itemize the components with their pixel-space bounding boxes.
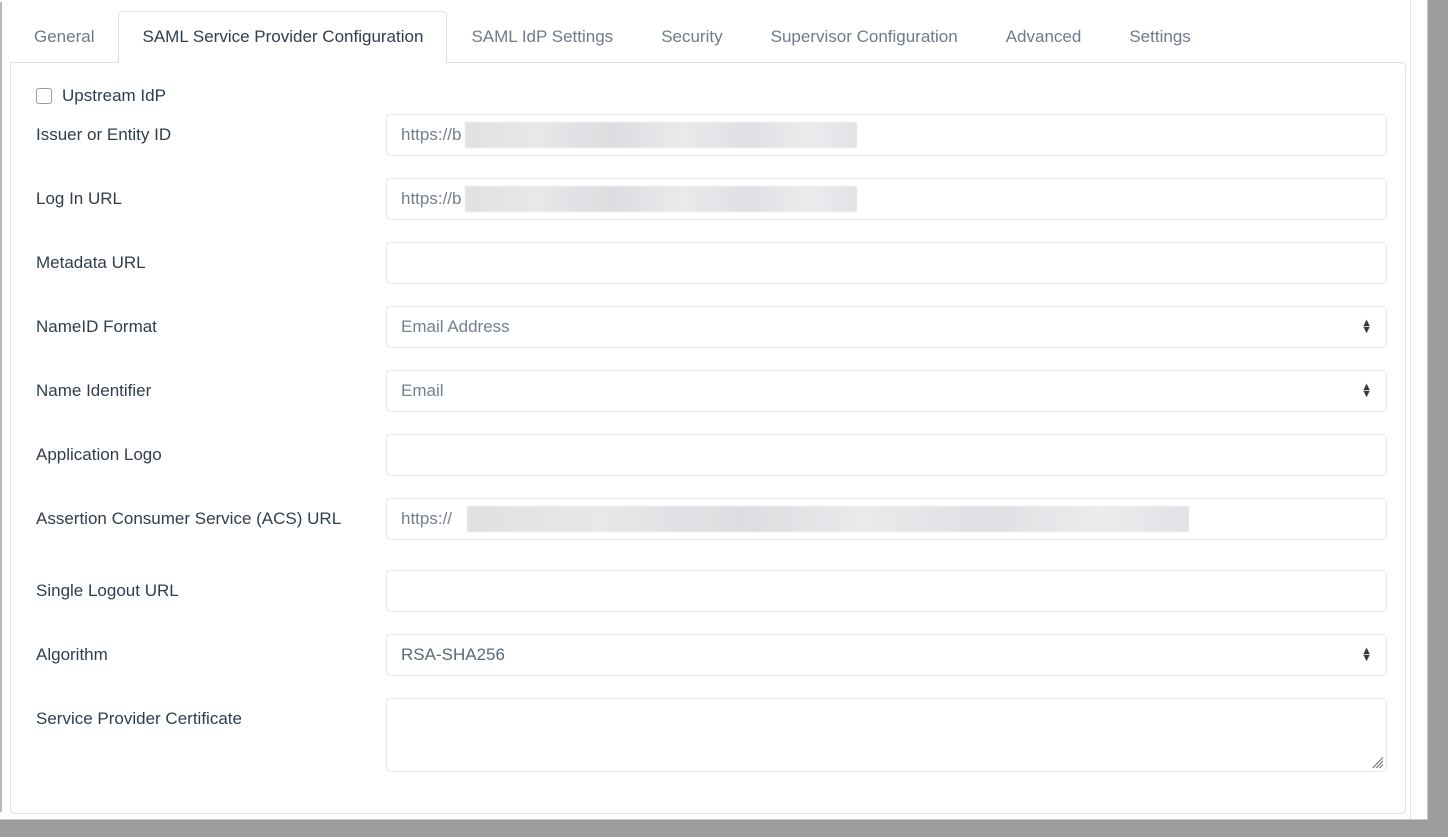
input-application-logo[interactable] — [386, 434, 1387, 476]
tab-label: SAML IdP Settings — [471, 27, 614, 46]
page-content: General SAML Service Provider Configurat… — [6, 4, 1408, 816]
label-issuer-or-entity-id: Issuer or Entity ID — [36, 125, 172, 144]
tab-settings[interactable]: Settings — [1105, 11, 1214, 63]
input-single-logout-url[interactable] — [386, 570, 1387, 612]
upstream-idp-label: Upstream IdP — [62, 86, 166, 105]
field-row-acs-url: Assertion Consumer Service (ACS) URL htt… — [11, 496, 1405, 568]
label-acs-url: Assertion Consumer Service (ACS) URL — [36, 509, 342, 528]
input-log-in-url[interactable]: https://b — [386, 178, 1387, 220]
redaction-overlay — [465, 186, 857, 212]
textarea-service-provider-certificate[interactable] — [386, 698, 1387, 772]
tab-security[interactable]: Security — [637, 11, 746, 63]
input-value: https://b — [401, 189, 462, 208]
field-row-algorithm: Algorithm RSA-SHA256 ▲ ▼ — [11, 632, 1405, 696]
field-row-service-provider-certificate: Service Provider Certificate — [11, 696, 1405, 792]
label-nameid-format: NameID Format — [36, 317, 157, 336]
redaction-overlay — [465, 122, 857, 148]
label-log-in-url: Log In URL — [36, 189, 122, 208]
input-value: https://b — [401, 125, 462, 144]
label-application-logo: Application Logo — [36, 445, 162, 464]
window-left-edge — [0, 0, 2, 812]
field-row-single-logout-url: Single Logout URL — [11, 568, 1405, 632]
label-metadata-url: Metadata URL — [36, 253, 146, 272]
tab-label: Advanced — [1005, 27, 1082, 46]
window-frame: General SAML Service Provider Configurat… — [0, 0, 1448, 837]
field-row-nameid-format: NameID Format Email Address ▲ ▼ — [11, 304, 1405, 368]
tab-supervisor-configuration[interactable]: Supervisor Configuration — [747, 11, 982, 63]
tab-label: SAML Service Provider Configuration — [142, 27, 424, 46]
select-value: Email Address — [401, 317, 510, 336]
upstream-idp-row: Upstream IdP — [36, 87, 1405, 104]
chevron-updown-icon: ▲ ▼ — [1361, 381, 1372, 400]
tab-saml-service-provider-configuration[interactable]: SAML Service Provider Configuration — [118, 11, 448, 63]
field-row-issuer-or-entity-id: Issuer or Entity ID https://b — [11, 112, 1405, 176]
input-value: https:// — [401, 509, 453, 528]
tab-label: Security — [661, 27, 723, 46]
chevron-updown-icon: ▲ ▼ — [1361, 645, 1372, 664]
chevron-updown-icon: ▲ ▼ — [1361, 317, 1372, 336]
label-name-identifier: Name Identifier — [36, 381, 152, 400]
field-row-log-in-url: Log In URL https://b — [11, 176, 1405, 240]
tab-panel-saml-sp-config: Upstream IdP Issuer or Entity ID https:/… — [10, 62, 1406, 814]
field-row-application-logo: Application Logo — [11, 432, 1405, 496]
upstream-idp-checkbox[interactable] — [36, 87, 52, 104]
label-algorithm: Algorithm — [36, 645, 108, 664]
tab-saml-idp-settings[interactable]: SAML IdP Settings — [447, 11, 637, 63]
tab-general[interactable]: General — [10, 11, 118, 63]
select-name-identifier[interactable]: Email ▲ ▼ — [386, 370, 1387, 412]
input-issuer-or-entity-id[interactable]: https://b — [386, 114, 1387, 156]
label-single-logout-url: Single Logout URL — [36, 581, 179, 600]
tab-bar: General SAML Service Provider Configurat… — [6, 4, 1408, 63]
tab-advanced[interactable]: Advanced — [982, 11, 1106, 63]
select-nameid-format[interactable]: Email Address ▲ ▼ — [386, 306, 1387, 348]
field-row-metadata-url: Metadata URL — [11, 240, 1405, 304]
select-value: RSA-SHA256 — [401, 645, 505, 664]
window-top-edge — [0, 0, 1410, 2]
label-service-provider-certificate: Service Provider Certificate — [36, 709, 242, 728]
select-value: Email — [401, 381, 444, 400]
tab-label: Supervisor Configuration — [770, 27, 958, 46]
redaction-overlay — [467, 506, 1189, 532]
vertical-scrollbar[interactable] — [1410, 0, 1426, 819]
select-algorithm[interactable]: RSA-SHA256 ▲ ▼ — [386, 634, 1387, 676]
window-inner: General SAML Service Provider Configurat… — [0, 0, 1428, 820]
tab-label: General — [34, 27, 95, 46]
resize-handle-icon[interactable] — [1372, 757, 1384, 769]
input-acs-url[interactable]: https:// — [386, 498, 1387, 540]
input-metadata-url[interactable] — [386, 242, 1387, 284]
tab-label: Settings — [1129, 27, 1191, 46]
field-row-name-identifier: Name Identifier Email ▲ ▼ — [11, 368, 1405, 432]
